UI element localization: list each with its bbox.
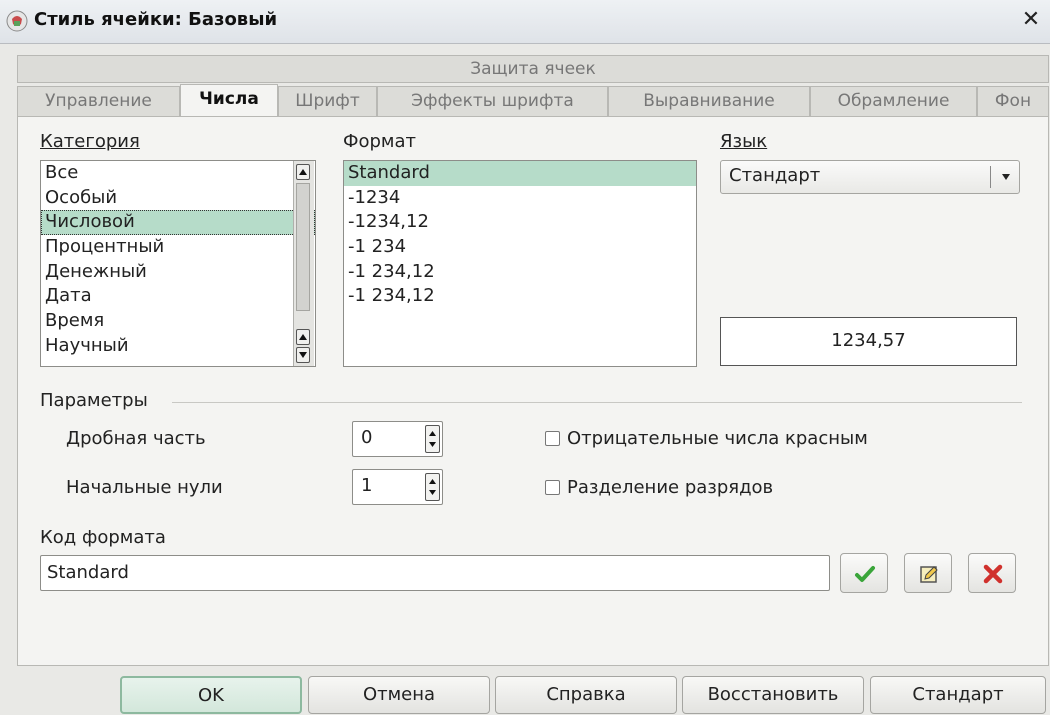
language-select[interactable]: Стандарт	[720, 160, 1020, 194]
spin-arrows-icon	[429, 431, 436, 447]
scroll-down-button[interactable]	[296, 347, 310, 363]
standard-button[interactable]: Стандарт	[870, 676, 1046, 714]
category-item-number[interactable]: Числовой	[41, 210, 315, 236]
decimal-places-value: 0	[361, 427, 373, 448]
category-label-text: Категория	[40, 131, 140, 152]
leading-zeros-value: 1	[361, 475, 373, 496]
format-item-standard[interactable]: Standard	[344, 161, 696, 186]
language-label: Язык	[720, 131, 767, 152]
reset-button[interactable]: Восстановить	[682, 676, 864, 714]
category-item-all[interactable]: Все	[41, 161, 315, 186]
thousands-separator-label[interactable]: Разделение разрядов	[567, 477, 773, 498]
category-scrollbar[interactable]	[293, 161, 314, 366]
close-icon[interactable]: ✕	[1018, 7, 1044, 33]
arrow-up-icon	[299, 169, 307, 175]
decimal-places-label-text: Дробная часть	[66, 428, 206, 449]
format-item-2[interactable]: -1234,12	[344, 210, 696, 235]
category-label: Категория	[40, 131, 140, 152]
format-code-label: Код формата	[40, 527, 166, 548]
chevron-down-icon	[1002, 174, 1010, 180]
leading-zeros-label: Начальные нули	[66, 477, 223, 498]
category-item-time[interactable]: Время	[41, 309, 315, 334]
calc-app-icon	[6, 10, 28, 32]
format-label-text: Формат	[343, 131, 417, 152]
scroll-up-button-2[interactable]	[296, 329, 310, 345]
scroll-up-button[interactable]	[296, 164, 310, 180]
leading-zeros-label-text: Начальные нули	[66, 477, 223, 498]
negative-red-checkbox[interactable]	[545, 431, 560, 446]
arrow-down-icon	[299, 352, 307, 358]
format-label: Формат	[343, 131, 416, 152]
format-item-4[interactable]: -1 234,12	[344, 260, 696, 285]
arrow-up-icon	[299, 334, 307, 340]
category-list[interactable]: Все Особый Числовой Процентный Денежный …	[40, 160, 316, 367]
format-item-3[interactable]: -1 234	[344, 235, 696, 260]
format-item-1[interactable]: -1234	[344, 186, 696, 211]
thousands-separator-checkbox[interactable]	[545, 480, 560, 495]
window-title: Стиль ячейки: Базовый	[34, 9, 278, 30]
category-item-percent[interactable]: Процентный	[41, 235, 315, 260]
delete-format-button[interactable]	[968, 553, 1016, 593]
combo-separator	[990, 166, 991, 188]
help-button[interactable]: Справка	[495, 676, 677, 714]
delete-x-icon	[983, 564, 1003, 584]
spin-arrows-icon	[429, 479, 436, 495]
format-list[interactable]: Standard -1234 -1234,12 -1 234 -1 234,12…	[343, 160, 697, 367]
decimal-places-label: Дробная часть	[66, 428, 206, 449]
cancel-button[interactable]: Отмена	[308, 676, 490, 714]
decimal-places-stepper[interactable]	[425, 425, 440, 453]
category-item-scientific[interactable]: Научный	[41, 334, 315, 359]
decimal-places-spinner[interactable]: 0	[352, 421, 443, 457]
category-item-special[interactable]: Особый	[41, 186, 315, 211]
category-item-date[interactable]: Дата	[41, 284, 315, 309]
tab-alignment[interactable]: Выравнивание	[608, 86, 810, 116]
tab-background[interactable]: Фон	[977, 86, 1049, 116]
tab-strip: Управление Числа Шрифт Эффекты шрифта Вы…	[17, 84, 1049, 117]
format-code-input[interactable]: Standard	[40, 555, 830, 591]
edit-comment-icon	[920, 566, 938, 583]
tab-font-effects[interactable]: Эффекты шрифта	[377, 86, 608, 116]
negative-red-label[interactable]: Отрицательные числа красным	[567, 428, 868, 449]
tab-numbers[interactable]: Числа	[180, 84, 278, 117]
scroll-thumb[interactable]	[296, 183, 310, 311]
language-value: Стандарт	[729, 165, 821, 186]
options-label: Параметры	[40, 390, 148, 411]
format-preview: 1234,57	[720, 317, 1017, 366]
language-label-text: Язык	[720, 131, 768, 152]
tab-cell-protection[interactable]: Защита ячеек	[17, 55, 1049, 83]
leading-zeros-spinner[interactable]: 1	[352, 469, 443, 505]
ok-button[interactable]: OK	[120, 676, 302, 714]
accept-format-button[interactable]	[840, 553, 888, 593]
tab-font[interactable]: Шрифт	[278, 86, 377, 116]
format-item-5[interactable]: -1 234,12	[344, 284, 696, 309]
category-item-currency[interactable]: Денежный	[41, 260, 315, 285]
checkmark-icon	[855, 566, 875, 582]
tab-management[interactable]: Управление	[17, 86, 180, 116]
edit-comment-button[interactable]	[904, 553, 952, 593]
options-separator	[172, 402, 1022, 403]
tab-borders[interactable]: Обрамление	[810, 86, 977, 116]
leading-zeros-stepper[interactable]	[425, 473, 440, 501]
title-bar: Стиль ячейки: Базовый ✕	[0, 0, 1050, 44]
